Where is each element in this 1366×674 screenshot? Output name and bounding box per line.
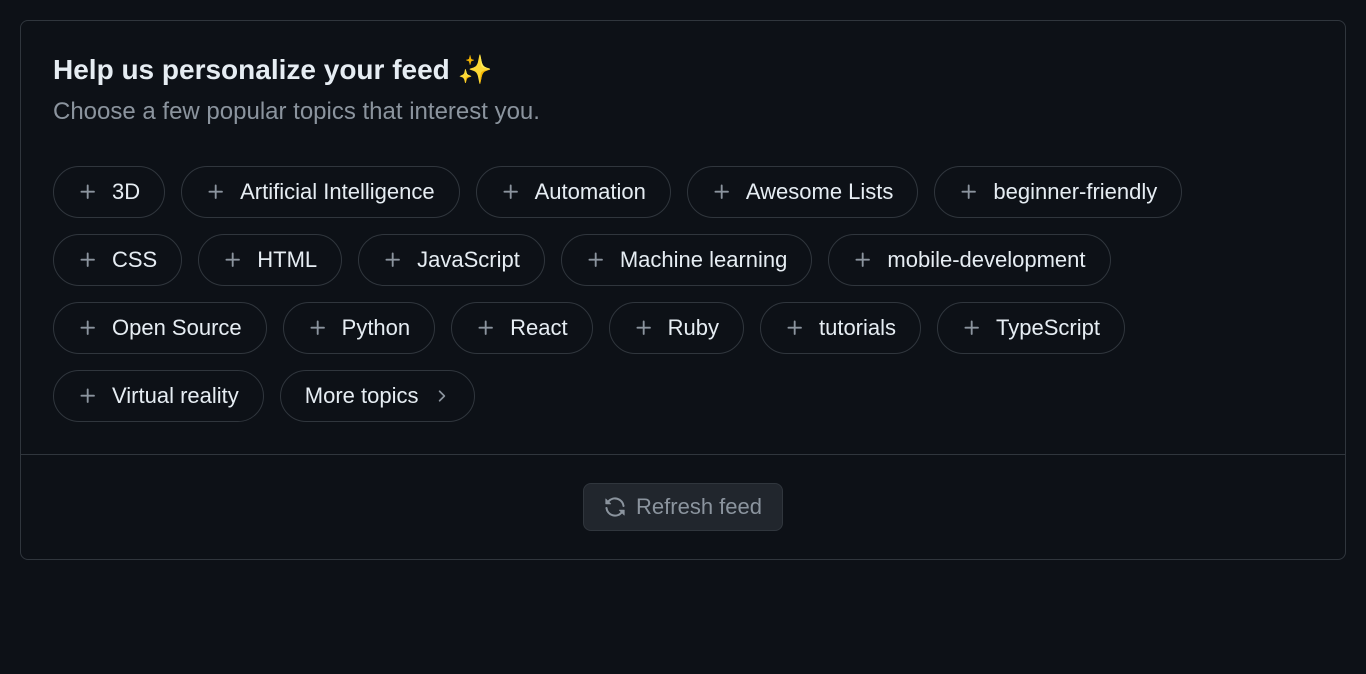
plus-icon: [712, 182, 732, 202]
plus-icon: [78, 318, 98, 338]
plus-icon: [501, 182, 521, 202]
topic-chip-html[interactable]: HTML: [198, 234, 342, 286]
card-subtitle: Choose a few popular topics that interes…: [53, 98, 1313, 126]
plus-icon: [634, 318, 654, 338]
card-footer: Refresh feed: [21, 454, 1345, 559]
topic-chip-css[interactable]: CSS: [53, 234, 182, 286]
topic-label: Python: [342, 315, 411, 341]
topic-label: 3D: [112, 179, 140, 205]
plus-icon: [785, 318, 805, 338]
personalize-feed-card: Help us personalize your feed ✨ Choose a…: [20, 20, 1346, 560]
topic-chip-beginner-friendly[interactable]: beginner-friendly: [934, 166, 1182, 218]
plus-icon: [853, 250, 873, 270]
topic-label: React: [510, 315, 567, 341]
plus-icon: [78, 250, 98, 270]
plus-icon: [308, 318, 328, 338]
refresh-feed-button[interactable]: Refresh feed: [583, 483, 783, 531]
topic-chip-javascript[interactable]: JavaScript: [358, 234, 545, 286]
plus-icon: [78, 182, 98, 202]
topic-label: Automation: [535, 179, 646, 205]
topic-chip-automation[interactable]: Automation: [476, 166, 671, 218]
plus-icon: [383, 250, 403, 270]
topic-chip-awesome-lists[interactable]: Awesome Lists: [687, 166, 919, 218]
topic-chip-python[interactable]: Python: [283, 302, 436, 354]
refresh-icon: [604, 496, 626, 518]
plus-icon: [223, 250, 243, 270]
plus-icon: [78, 386, 98, 406]
topic-label: Virtual reality: [112, 383, 239, 409]
plus-icon: [962, 318, 982, 338]
topic-chip-typescript[interactable]: TypeScript: [937, 302, 1125, 354]
topic-label: mobile-development: [887, 247, 1085, 273]
topic-label: CSS: [112, 247, 157, 273]
topic-chip-mobile-development[interactable]: mobile-development: [828, 234, 1110, 286]
topic-label: TypeScript: [996, 315, 1100, 341]
plus-icon: [206, 182, 226, 202]
topic-label: HTML: [257, 247, 317, 273]
topic-chip-tutorials[interactable]: tutorials: [760, 302, 921, 354]
topic-label: Machine learning: [620, 247, 788, 273]
topics-container: 3D Artificial Intelligence Automation: [53, 166, 1313, 422]
topic-chip-machine-learning[interactable]: Machine learning: [561, 234, 813, 286]
topic-chip-open-source[interactable]: Open Source: [53, 302, 267, 354]
topic-chip-react[interactable]: React: [451, 302, 592, 354]
topic-label: JavaScript: [417, 247, 520, 273]
topic-chip-ai[interactable]: Artificial Intelligence: [181, 166, 459, 218]
topic-chip-virtual-reality[interactable]: Virtual reality: [53, 370, 264, 422]
plus-icon: [476, 318, 496, 338]
card-body: Help us personalize your feed ✨ Choose a…: [21, 21, 1345, 454]
topic-label: Ruby: [668, 315, 719, 341]
topic-label: Artificial Intelligence: [240, 179, 434, 205]
topic-label: Open Source: [112, 315, 242, 341]
refresh-label: Refresh feed: [636, 494, 762, 520]
topic-label: Awesome Lists: [746, 179, 894, 205]
more-topics-button[interactable]: More topics: [280, 370, 476, 422]
topic-chip-ruby[interactable]: Ruby: [609, 302, 744, 354]
card-title: Help us personalize your feed ✨: [53, 53, 1313, 86]
topic-label: beginner-friendly: [993, 179, 1157, 205]
more-topics-label: More topics: [305, 383, 419, 409]
plus-icon: [586, 250, 606, 270]
chevron-right-icon: [432, 387, 450, 405]
topic-label: tutorials: [819, 315, 896, 341]
plus-icon: [959, 182, 979, 202]
topic-chip-3d[interactable]: 3D: [53, 166, 165, 218]
